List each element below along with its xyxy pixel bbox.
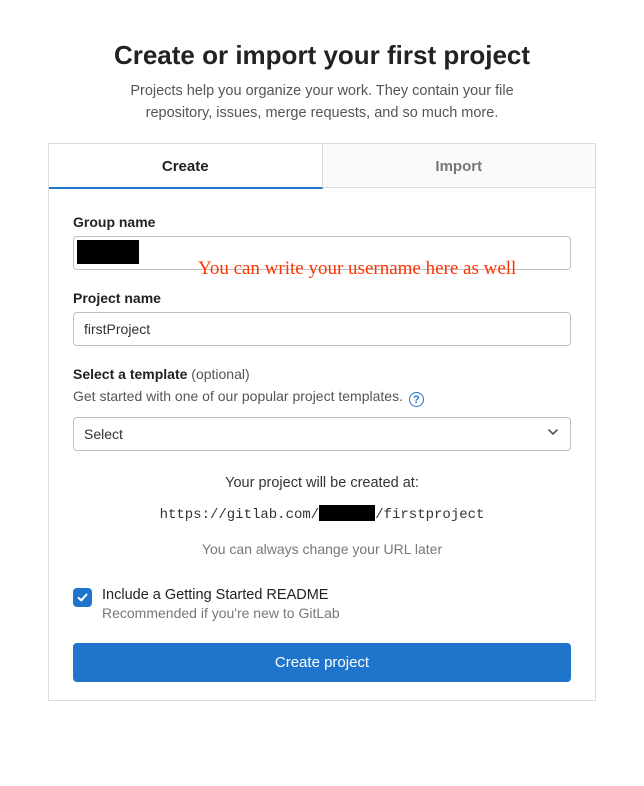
group-name-input[interactable]: [73, 236, 571, 270]
project-name-label: Project name: [73, 290, 571, 306]
group-name-field: Group name: [73, 214, 571, 270]
template-select[interactable]: Select: [73, 417, 571, 451]
template-field: Select a template (optional) Get started…: [73, 366, 571, 452]
readme-checkbox[interactable]: [73, 588, 92, 607]
readme-sublabel: Recommended if you're new to GitLab: [102, 605, 340, 621]
project-panel: Create Import Group name Project name Se…: [48, 143, 596, 702]
tabs: Create Import: [49, 144, 595, 188]
redacted-block: [319, 505, 375, 521]
project-url: https://gitlab.com//firstproject: [73, 505, 571, 523]
redacted-block: [77, 240, 139, 264]
page-subtitle: Projects help you organize your work. Th…: [107, 81, 537, 125]
template-label: Select a template (optional): [73, 366, 571, 382]
help-icon[interactable]: ?: [409, 392, 424, 407]
tab-import[interactable]: Import: [323, 144, 596, 188]
group-name-label: Group name: [73, 214, 571, 230]
check-icon: [76, 591, 89, 604]
readme-checkbox-row: Include a Getting Started README Recomme…: [73, 587, 571, 621]
template-description: Get started with one of our popular proj…: [73, 388, 571, 408]
create-project-button[interactable]: Create project: [73, 643, 571, 682]
readme-label: Include a Getting Started README: [102, 587, 340, 603]
project-name-field: Project name: [73, 290, 571, 346]
tab-create[interactable]: Create: [49, 144, 323, 189]
created-at-label: Your project will be created at:: [73, 475, 571, 491]
project-name-input[interactable]: [73, 312, 571, 346]
url-note: You can always change your URL later: [73, 541, 571, 557]
page-title: Create or import your first project: [48, 40, 596, 71]
form-body: Group name Project name Select a templat…: [49, 188, 595, 701]
